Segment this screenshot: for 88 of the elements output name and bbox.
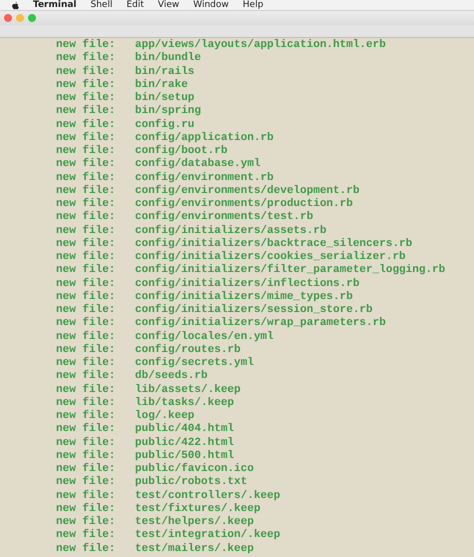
file-path: test/helpers/.keep (135, 516, 254, 529)
file-status: new file: (56, 384, 116, 396)
file-path: bin/rails (135, 66, 194, 79)
file-path: config/locales/en.yml (135, 330, 274, 344)
file-path: public/favicon.ico (135, 463, 254, 476)
file-status: new file: (56, 264, 116, 278)
file-status: new file: (56, 490, 116, 502)
menu-item[interactable]: Help (242, 0, 264, 10)
file-path: test/controllers/.keep (135, 490, 280, 502)
file-path: app/views/layouts/application.html.erb (135, 39, 386, 52)
file-status: new file: (56, 370, 116, 384)
file-status: new file: (56, 172, 116, 184)
file-status: new file: (56, 516, 116, 528)
file-status: new file: (56, 158, 116, 172)
file-path: db/seeds.rb (135, 370, 208, 384)
file-status: new file: (56, 211, 116, 224)
file-status: new file: (56, 145, 116, 158)
file-status: new file: (56, 463, 116, 476)
file-status: new file: (56, 330, 116, 344)
file-status: new file: (56, 304, 116, 316)
file-status: new file: (56, 105, 116, 118)
zoom-icon[interactable] (28, 14, 36, 22)
file-status: new file: (56, 52, 116, 66)
file-path: config/database.yml (135, 158, 260, 172)
file-status: new file: (56, 224, 116, 238)
file-path: lib/assets/.keep (135, 384, 241, 397)
file-status: new file: (56, 476, 116, 490)
file-status: new file: (56, 396, 116, 410)
file-path: test/integration/.keep (135, 529, 280, 542)
file-path: config/initializers/session_store.rb (135, 304, 373, 316)
file-path: config/secrets.yml (135, 357, 254, 370)
file-path: config/initializers/assets.rb (135, 224, 326, 238)
file-path: config/routes.rb (135, 344, 241, 356)
file-path: public/422.html (135, 436, 234, 450)
file-status: new file: (56, 132, 116, 144)
file-status: new file: (56, 317, 116, 330)
minimize-icon[interactable] (16, 14, 24, 22)
file-path: config/initializers/mime_types.rb (135, 290, 353, 304)
file-status: new file: (56, 450, 116, 462)
file-status: new file: (56, 251, 116, 264)
file-status: new file: (56, 92, 116, 104)
apple-icon[interactable] (12, 2, 19, 10)
menu-item[interactable]: Shell (90, 0, 112, 10)
file-path: public/robots.txt (135, 476, 248, 490)
file-status: new file: (56, 357, 116, 370)
file-status: new file: (56, 423, 116, 436)
file-path: test/mailers/.keep (135, 542, 254, 556)
file-path: config/boot.rb (135, 145, 228, 158)
menu-item[interactable]: View (158, 0, 180, 10)
close-icon[interactable] (4, 14, 12, 22)
file-status: new file: (56, 290, 116, 304)
file-path: config/initializers/wrap_parameters.rb (135, 317, 386, 330)
file-path: test/fixtures/.keep (135, 502, 260, 516)
file-path: bin/bundle (135, 52, 202, 66)
file-path: public/404.html (135, 423, 234, 436)
file-status: new file: (56, 66, 116, 78)
file-path: config/environments/test.rb (135, 211, 314, 224)
file-status: new file: (56, 344, 116, 356)
file-path: bin/rake (135, 78, 188, 92)
file-status: new file: (56, 118, 116, 132)
file-status: new file: (56, 502, 116, 516)
file-path: config/environments/development.rb (135, 184, 360, 198)
file-status: new file: (56, 238, 116, 250)
file-path: config/environments/production.rb (135, 198, 353, 210)
file-path: config/initializers/cookies_serializer.rb (135, 251, 406, 264)
menu-item[interactable]: Edit (126, 0, 144, 10)
file-path: config/environment.rb (135, 172, 274, 184)
file-path: bin/setup (135, 92, 194, 105)
menu-item[interactable]: Terminal (33, 0, 77, 10)
file-path: config/initializers/filter_parameter_logging.rb (135, 264, 446, 278)
file-status: new file: (56, 78, 116, 92)
file-path: config/initializers/backtrace_silencers.rb (135, 238, 412, 250)
file-status: new file: (56, 39, 116, 52)
file-status: new file: (56, 184, 116, 198)
file-path: bin/spring (135, 105, 202, 118)
file-path: config.ru (135, 118, 194, 132)
file-status: new file: (56, 542, 116, 556)
file-status: new file: (56, 410, 116, 422)
file-path: lib/tasks/.keep (135, 396, 234, 410)
menu-item[interactable]: Window (193, 0, 229, 10)
file-status: new file: (56, 436, 116, 450)
file-status: new file: (56, 198, 116, 210)
file-path: public/500.html (135, 450, 234, 462)
file-status: new file: (56, 529, 116, 542)
file-path: config/initializers/inflections.rb (135, 278, 360, 290)
file-path: log/.keep (135, 410, 194, 423)
file-path: config/application.rb (135, 132, 274, 144)
file-status: new file: (56, 278, 116, 290)
